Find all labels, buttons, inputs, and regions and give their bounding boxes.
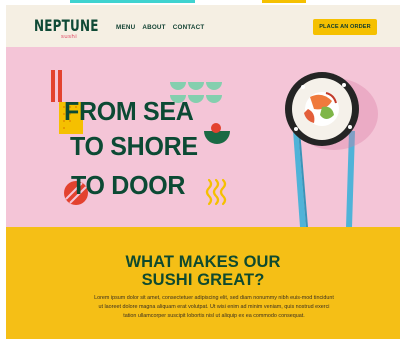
brand-logo[interactable]: NEPTUNE sushi (34, 16, 98, 42)
top-strip-cyan (70, 0, 195, 3)
feature-body-text: Lorem ipsum dolor sit amet, consectetuer… (94, 295, 334, 319)
red-stripes-decoration (51, 70, 62, 102)
hero-section: FROM SEA TO SHORE TO DOOR (6, 47, 400, 227)
brand-tagline: sushi (61, 34, 78, 40)
yellow-squiggle-decoration (205, 178, 227, 206)
hero-headline-line-2: TO SHORE (70, 132, 198, 162)
nav-link-menu[interactable]: MENU (116, 24, 135, 31)
hero-headline-line-1: FROM SEA (64, 97, 194, 127)
page-frame: NEPTUNE sushi MENU ABOUT CONTACT PLACE A… (6, 5, 400, 339)
feature-section: WHAT MAKES OUR SUSHI GREAT? Lorem ipsum … (6, 227, 400, 339)
bottom-strip (0, 339, 410, 345)
nav-link-contact[interactable]: CONTACT (173, 24, 205, 31)
site-header: NEPTUNE sushi MENU ABOUT CONTACT PLACE A… (6, 5, 400, 47)
place-order-button[interactable]: PLACE AN ORDER (313, 19, 377, 35)
top-strip-yellow (262, 0, 306, 3)
hero-headline-line-3: TO DOOR (71, 171, 186, 201)
bowl-decoration (204, 123, 230, 144)
feature-title-line-1: WHAT MAKES OUR (125, 253, 281, 271)
nav-link-about[interactable]: ABOUT (142, 24, 165, 31)
brand-name: NEPTUNE (34, 16, 99, 35)
feature-title-line-2: SUSHI GREAT? (141, 271, 265, 289)
hero-artwork (51, 70, 378, 227)
main-nav: MENU ABOUT CONTACT (116, 24, 204, 31)
